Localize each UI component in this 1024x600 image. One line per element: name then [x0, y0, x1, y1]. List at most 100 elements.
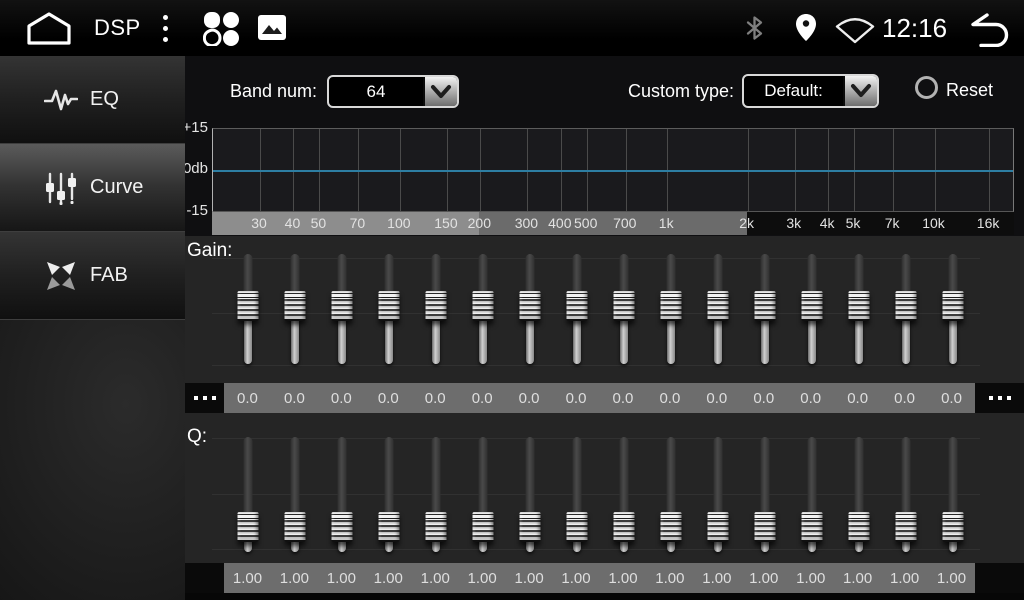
q-slider[interactable]: [929, 437, 976, 552]
chevron-down-icon[interactable]: [843, 76, 877, 106]
slider-track-upper[interactable]: [666, 254, 675, 296]
gain-slider[interactable]: [741, 254, 788, 364]
slider-thumb[interactable]: [566, 291, 587, 321]
slider-track-upper[interactable]: [901, 437, 910, 517]
slider-thumb[interactable]: [848, 512, 869, 542]
slider-track-upper[interactable]: [713, 437, 722, 517]
slider-track-upper[interactable]: [572, 254, 581, 296]
slider-thumb[interactable]: [237, 291, 258, 321]
slider-track-upper[interactable]: [760, 437, 769, 517]
gain-slider[interactable]: [459, 254, 506, 364]
slider-track-lower[interactable]: [667, 316, 675, 364]
gain-slider[interactable]: [788, 254, 835, 364]
slider-track-upper[interactable]: [901, 254, 910, 296]
slider-track-lower[interactable]: [385, 316, 393, 364]
slider-thumb[interactable]: [378, 291, 399, 321]
slider-thumb[interactable]: [331, 512, 352, 542]
slider-thumb[interactable]: [848, 291, 869, 321]
q-slider[interactable]: [365, 437, 412, 552]
slider-track-upper[interactable]: [384, 254, 393, 296]
slider-track-lower[interactable]: [761, 316, 769, 364]
slider-track-lower[interactable]: [855, 316, 863, 364]
back-icon[interactable]: [960, 11, 1010, 47]
gain-slider[interactable]: [694, 254, 741, 364]
slider-track-upper[interactable]: [807, 254, 816, 296]
q-slider[interactable]: [835, 437, 882, 552]
slider-track-lower[interactable]: [573, 316, 581, 364]
slider-track-upper[interactable]: [243, 437, 252, 517]
q-slider[interactable]: [224, 437, 271, 552]
slider-track-lower[interactable]: [714, 316, 722, 364]
more-bands-left-button[interactable]: [185, 383, 224, 413]
slider-track-upper[interactable]: [807, 437, 816, 517]
more-bands-right-button[interactable]: [975, 383, 1024, 413]
q-slider[interactable]: [788, 437, 835, 552]
q-slider[interactable]: [412, 437, 459, 552]
slider-thumb[interactable]: [754, 512, 775, 542]
gain-slider[interactable]: [553, 254, 600, 364]
slider-thumb[interactable]: [425, 512, 446, 542]
slider-track-upper[interactable]: [431, 254, 440, 296]
slider-track-upper[interactable]: [948, 254, 957, 296]
custom-type-dropdown[interactable]: Default:: [742, 74, 879, 108]
q-slider[interactable]: [741, 437, 788, 552]
gain-slider[interactable]: [271, 254, 318, 364]
slider-thumb[interactable]: [660, 291, 681, 321]
slider-track-lower[interactable]: [949, 316, 957, 364]
slider-track-upper[interactable]: [478, 437, 487, 517]
q-slider[interactable]: [459, 437, 506, 552]
q-slider[interactable]: [600, 437, 647, 552]
slider-thumb[interactable]: [942, 291, 963, 321]
gain-slider[interactable]: [929, 254, 976, 364]
reset-radio-icon[interactable]: [915, 76, 938, 99]
slider-track-upper[interactable]: [525, 254, 534, 296]
gain-slider[interactable]: [412, 254, 459, 364]
slider-track-lower[interactable]: [291, 316, 299, 364]
slider-thumb[interactable]: [895, 291, 916, 321]
slider-track-lower[interactable]: [244, 316, 252, 364]
slider-track-upper[interactable]: [854, 254, 863, 296]
slider-track-upper[interactable]: [384, 437, 393, 517]
slider-thumb[interactable]: [519, 512, 540, 542]
q-slider[interactable]: [271, 437, 318, 552]
chevron-down-icon[interactable]: [423, 77, 457, 106]
slider-thumb[interactable]: [707, 291, 728, 321]
q-slider[interactable]: [694, 437, 741, 552]
slider-track-upper[interactable]: [290, 437, 299, 517]
slider-thumb[interactable]: [284, 291, 305, 321]
gain-slider[interactable]: [506, 254, 553, 364]
slider-thumb[interactable]: [754, 291, 775, 321]
slider-thumb[interactable]: [707, 512, 728, 542]
gain-slider[interactable]: [224, 254, 271, 364]
slider-thumb[interactable]: [895, 512, 916, 542]
slider-track-upper[interactable]: [337, 254, 346, 296]
slider-thumb[interactable]: [613, 512, 634, 542]
sidebar-item-curve[interactable]: Curve: [0, 144, 185, 232]
slider-track-upper[interactable]: [619, 254, 628, 296]
slider-thumb[interactable]: [472, 291, 493, 321]
slider-track-upper[interactable]: [337, 437, 346, 517]
slider-track-upper[interactable]: [243, 254, 252, 296]
slider-track-upper[interactable]: [713, 254, 722, 296]
slider-thumb[interactable]: [425, 291, 446, 321]
slider-thumb[interactable]: [660, 512, 681, 542]
gain-slider[interactable]: [882, 254, 929, 364]
slider-track-upper[interactable]: [431, 437, 440, 517]
slider-thumb[interactable]: [613, 291, 634, 321]
slider-track-upper[interactable]: [525, 437, 534, 517]
q-slider[interactable]: [882, 437, 929, 552]
slider-thumb[interactable]: [519, 291, 540, 321]
gain-slider[interactable]: [647, 254, 694, 364]
gain-slider[interactable]: [600, 254, 647, 364]
slider-track-upper[interactable]: [619, 437, 628, 517]
slider-track-upper[interactable]: [290, 254, 299, 296]
slider-thumb[interactable]: [801, 291, 822, 321]
home-icon[interactable]: [24, 11, 74, 45]
slider-track-upper[interactable]: [854, 437, 863, 517]
slider-track-lower[interactable]: [808, 316, 816, 364]
slider-track-lower[interactable]: [338, 316, 346, 364]
slider-thumb[interactable]: [378, 512, 399, 542]
slider-track-upper[interactable]: [948, 437, 957, 517]
overflow-menu-icon[interactable]: [158, 0, 172, 56]
slider-thumb[interactable]: [284, 512, 305, 542]
